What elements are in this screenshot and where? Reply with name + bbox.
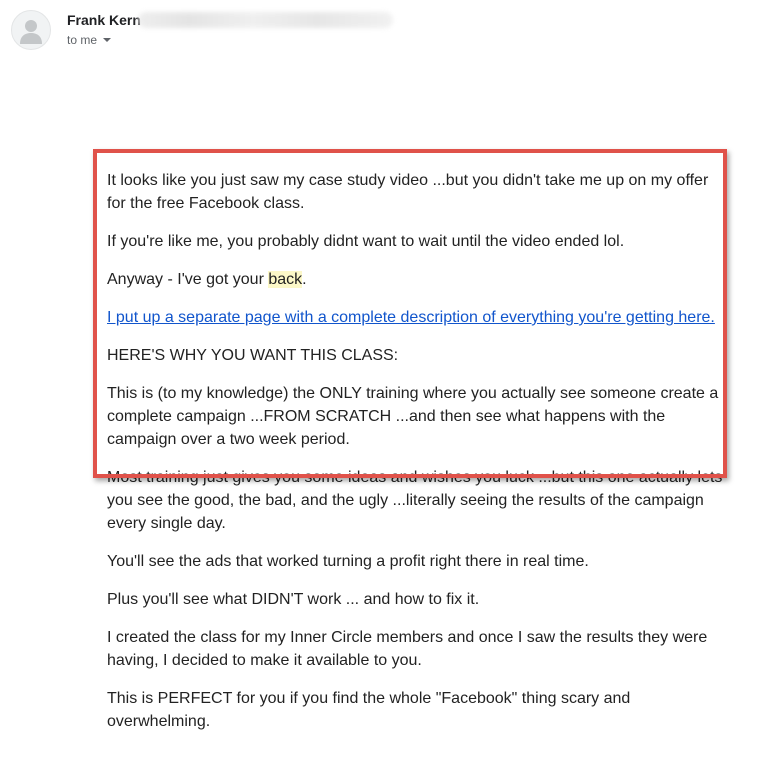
default-person-icon: [20, 20, 42, 44]
body-paragraph: You'll see the ads that worked turning a…: [107, 553, 589, 570]
recipient-label: to me: [67, 33, 98, 47]
recipient-toggle[interactable]: to me: [67, 33, 112, 47]
body-paragraph: HERE'S WHY YOU WANT THIS CLASS:: [107, 347, 399, 364]
body-paragraph: Anyway - I've got your back.: [107, 268, 727, 291]
body-paragraph: I created the class for my Inner Circle …: [107, 629, 708, 669]
body-paragraph: Plus you'll see what DIDN'T work ... and…: [107, 591, 480, 608]
body-paragraph: This is PERFECT for you if you find the …: [107, 690, 631, 730]
body-text-segment: Anyway - I've got your: [107, 271, 269, 288]
description-page-link[interactable]: I put up a separate page with a complete…: [107, 309, 715, 326]
sender-avatar[interactable]: [11, 10, 51, 50]
highlighted-word: back: [268, 271, 303, 288]
sender-email-redacted: [138, 12, 393, 28]
sender-name: Frank Kern: [67, 12, 141, 28]
caret-down-icon: [103, 37, 112, 42]
body-paragraph: Most training just gives you some ideas …: [107, 469, 723, 532]
body-paragraph: If you're like me, you probably didnt wa…: [107, 233, 625, 250]
body-text-segment: .: [302, 271, 307, 288]
message-body: It looks like you just saw my case study…: [107, 169, 727, 748]
body-paragraph: It looks like you just saw my case study…: [107, 172, 709, 212]
message-header: Frank Kern to me: [0, 0, 772, 60]
body-paragraph: I put up a separate page with a complete…: [107, 306, 727, 329]
body-paragraph: This is (to my knowledge) the ONLY train…: [107, 385, 719, 448]
